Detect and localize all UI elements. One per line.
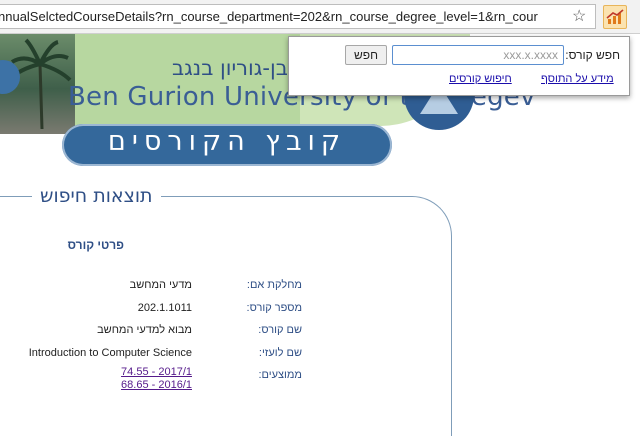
foreign-name-label: שם לועזי: [258,347,302,359]
course-search-input[interactable] [392,45,564,65]
course-name-label: שם קורס: [258,324,302,336]
extension-button[interactable] [603,5,627,29]
about-extension-link[interactable]: מידע על התוסף [541,73,614,85]
search-button[interactable]: חפש [345,45,387,65]
course-name-value: מבוא למדעי המחשב [97,324,192,336]
extension-popup: חפש קורס: חפש מידע על התוסף חיפוש קורסים [288,36,630,96]
course-search-label: חפש קורס: [565,48,620,62]
course-number-value: 202.1.1011 [137,302,192,314]
chart-icon [606,9,624,24]
browser-toolbar: nnualSelctedCourseDetails?rn_course_depa… [0,0,640,34]
foreign-name-value: Introduction to Computer Science [28,347,192,359]
averages-label: ממוצעים: [258,369,302,381]
average-link-2016[interactable]: 68.65 - 2016/1 [60,379,192,391]
address-bar-text: nnualSelctedCourseDetails?rn_course_depa… [0,9,538,24]
course-details-header: פרטי קורס [67,238,124,252]
address-bar[interactable]: nnualSelctedCourseDetails?rn_course_depa… [0,4,596,29]
department-label: מחלקת אם: [246,279,302,291]
results-frame [0,196,452,436]
results-section-title: תוצאות חיפוש [32,185,161,207]
page-title: קובץ הקורסים [107,126,347,157]
university-name-hebrew: בן-גוריון בנגב [172,56,288,80]
star-icon[interactable]: ☆ [572,6,586,26]
course-number-label: מספר קורס: [246,302,302,314]
course-search-link[interactable]: חיפוש קורסים [449,73,512,85]
department-value: מדעי המחשב [129,279,192,291]
average-link-2017[interactable]: 74.55 - 2017/1 [60,366,192,378]
